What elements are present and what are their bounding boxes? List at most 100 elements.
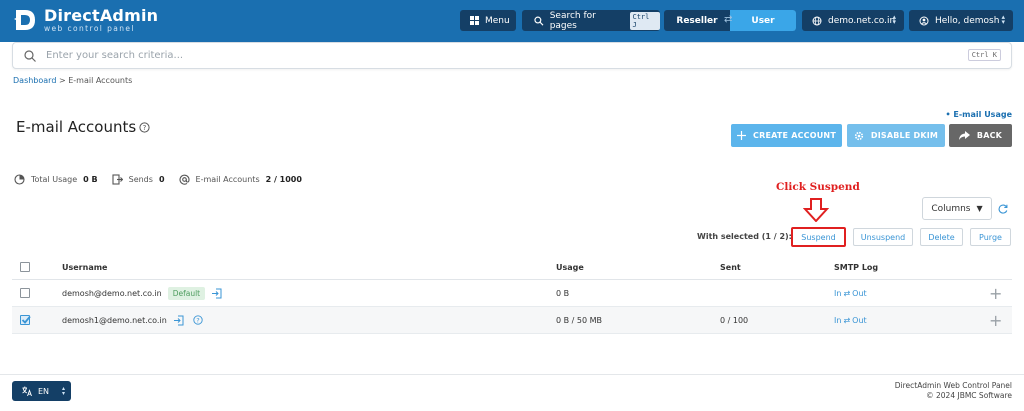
stats-bar: Total Usage 0 B Sends 0 E-mail Accounts …: [14, 174, 316, 185]
search-icon: [24, 49, 36, 62]
greeting-label: Hello, demosh: [935, 15, 1000, 26]
role-switch[interactable]: Reseller ⇄ User: [664, 10, 796, 31]
select-all-checkbox[interactable]: [20, 262, 30, 272]
default-badge: Default: [167, 286, 206, 300]
login-icon[interactable]: [211, 288, 222, 299]
annotation-click-suspend: Click Suspend: [776, 181, 860, 193]
language-selector[interactable]: EN ▴ ▾: [12, 381, 71, 401]
smtp-in-link[interactable]: In: [834, 316, 841, 325]
delete-button[interactable]: Delete: [920, 228, 963, 246]
usage-value: 0 B / 50 MB: [556, 315, 603, 325]
total-usage-value: 0 B: [83, 175, 98, 184]
email-usage-link[interactable]: • E-mail Usage: [946, 110, 1013, 119]
checkmark-icon: [21, 315, 31, 324]
header-usage[interactable]: Usage: [556, 255, 584, 279]
pie-chart-icon: [14, 174, 25, 185]
accounts-label: E-mail Accounts: [195, 175, 260, 184]
search-pages-button[interactable]: Search for pages Ctrl J: [522, 10, 660, 31]
login-icon[interactable]: [173, 315, 184, 326]
global-search: Ctrl K: [12, 42, 1012, 69]
username: demosh1@demo.net.co.in: [62, 315, 167, 325]
purge-button[interactable]: Purge: [970, 228, 1011, 246]
chevron-up-down-icon: ▴ ▾: [1001, 13, 1005, 26]
menu-button[interactable]: Menu: [460, 10, 516, 31]
page-title: E-mail Accounts: [16, 118, 137, 136]
refresh-icon[interactable]: [998, 204, 1008, 214]
breadcrumb: Dashboard > E-mail Accounts: [13, 76, 132, 85]
accounts-value: 2 / 1000: [265, 175, 302, 184]
svg-text:?: ?: [196, 316, 199, 324]
table-header: Username Usage Sent SMTP Log: [12, 255, 1012, 280]
caret-down-icon: ▼: [976, 204, 983, 213]
search-icon: [534, 16, 544, 26]
create-account-label: CREATE ACCOUNT: [753, 131, 836, 140]
logo[interactable]: DirectAdmin web control panel: [12, 7, 158, 33]
share-arrow-icon: [958, 131, 970, 140]
smtp-in-link[interactable]: In: [834, 289, 841, 298]
swap-icon: ⇄: [843, 315, 851, 325]
suspend-button[interactable]: Suspend: [791, 227, 846, 247]
directadmin-logo-icon: [14, 10, 35, 30]
swap-icon: ⇄: [724, 14, 733, 25]
total-usage-label: Total Usage: [31, 175, 78, 184]
with-selected-label: With selected (1 / 2):: [697, 232, 792, 241]
top-bar: DirectAdmin web control panel Menu Searc…: [0, 0, 1024, 42]
user-menu[interactable]: Hello, demosh ▴ ▾: [909, 10, 1013, 31]
at-sign-icon: [178, 174, 190, 185]
help-icon[interactable]: ?: [193, 315, 203, 325]
create-account-button[interactable]: CREATE ACCOUNT: [731, 124, 842, 147]
footer-divider: [0, 374, 1024, 375]
back-button[interactable]: BACK: [949, 124, 1012, 147]
columns-label: Columns: [931, 203, 971, 214]
swap-icon: ⇄: [843, 288, 851, 298]
sent-value: 0 / 100: [720, 315, 749, 325]
domain-selector[interactable]: demo.net.co.in ▴ ▾: [802, 10, 904, 31]
columns-dropdown[interactable]: Columns ▼: [922, 197, 992, 220]
expand-plus-icon[interactable]: +: [989, 311, 1002, 330]
svg-text:?: ?: [143, 124, 147, 132]
translate-icon: [22, 386, 32, 396]
search-input[interactable]: [46, 50, 926, 61]
footer-product: DirectAdmin Web Control Panel: [894, 381, 1012, 390]
search-pages-shortcut: Ctrl J: [629, 11, 660, 30]
globe-icon: [812, 16, 822, 25]
smtp-out-link[interactable]: Out: [852, 316, 867, 325]
language-label: EN: [38, 386, 50, 396]
plus-icon: [737, 131, 747, 140]
email-accounts-table: Username Usage Sent SMTP Log demosh@demo…: [12, 255, 1012, 334]
smtp-out-link[interactable]: Out: [852, 289, 867, 298]
logo-subtitle: web control panel: [44, 23, 135, 33]
sends-label: Sends: [128, 175, 153, 184]
footer-credits: DirectAdmin Web Control Panel © 2024 JBM…: [895, 381, 1012, 401]
chevron-up-down-icon: ▴ ▾: [892, 13, 896, 26]
arrow-down-icon: [803, 198, 829, 222]
gear-icon: [854, 131, 863, 140]
row-checkbox[interactable]: [20, 315, 31, 325]
breadcrumb-separator: >: [58, 76, 66, 85]
table-row: demosh1@demo.net.co.in ? 0 B / 50 MB 0 /…: [12, 307, 1012, 334]
row-checkbox[interactable]: [20, 288, 30, 298]
breadcrumb-current: E-mail Accounts: [68, 76, 133, 85]
back-label: BACK: [976, 131, 1003, 140]
breadcrumb-dashboard[interactable]: Dashboard: [13, 76, 56, 85]
expand-plus-icon[interactable]: +: [989, 284, 1002, 303]
role-reseller[interactable]: Reseller: [664, 10, 730, 31]
user-icon: [919, 16, 929, 25]
role-user[interactable]: User: [730, 10, 796, 31]
send-icon: [112, 174, 123, 185]
footer-copyright: © 2024 JBMC Software: [926, 391, 1012, 400]
username: demosh@demo.net.co.in: [62, 288, 162, 298]
unsuspend-button[interactable]: Unsuspend: [853, 228, 913, 246]
header-sent[interactable]: Sent: [720, 255, 741, 279]
grid-icon: [470, 16, 479, 25]
chevron-up-down-icon: ▴ ▾: [61, 385, 65, 397]
table-row: demosh@demo.net.co.in Default 0 B In ⇄ O…: [12, 280, 1012, 307]
help-icon[interactable]: ?: [139, 122, 150, 133]
header-smtp-log: SMTP Log: [834, 262, 879, 272]
search-shortcut: Ctrl K: [967, 49, 1001, 61]
sends-value: 0: [158, 175, 165, 184]
disable-dkim-button[interactable]: DISABLE DKIM: [847, 124, 945, 147]
domain-label: demo.net.co.in: [828, 15, 896, 26]
disable-dkim-label: DISABLE DKIM: [870, 131, 939, 140]
header-username[interactable]: Username: [62, 255, 107, 279]
